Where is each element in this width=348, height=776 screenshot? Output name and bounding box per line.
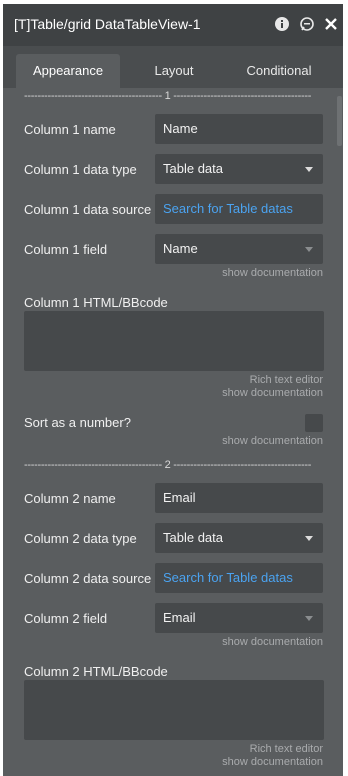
- tab-conditional[interactable]: Conditional: [229, 54, 329, 88]
- scrollbar[interactable]: [337, 96, 342, 146]
- chevron-down-icon: [305, 247, 313, 252]
- chevron-down-icon: [305, 616, 313, 621]
- column-2-html-doc-link[interactable]: show documentation: [222, 756, 323, 768]
- column-2-name-input[interactable]: Email: [155, 483, 323, 513]
- column-1-field-label: Column 1 field: [24, 242, 108, 257]
- column-1-html-label: Column 1 HTML/BBcode: [24, 295, 168, 310]
- column-1-source-label: Column 1 data source: [24, 202, 152, 217]
- column-2-source-input[interactable]: Search for Table datas: [155, 563, 323, 593]
- chevron-down-icon: [305, 536, 313, 541]
- column-2-name-label: Column 2 name: [24, 491, 116, 506]
- column-2-type-value: Table data: [163, 530, 223, 545]
- column-2-source-label: Column 2 data source: [24, 571, 152, 586]
- column-2-field-value: Email: [163, 610, 196, 625]
- column-2-type-dropdown[interactable]: Table data: [155, 523, 323, 553]
- column-1-source-input[interactable]: Search for Table datas: [155, 194, 323, 224]
- column-1-type-value: Table data: [163, 161, 223, 176]
- column-2-html-textarea[interactable]: [24, 680, 324, 740]
- comment-icon[interactable]: [299, 16, 315, 32]
- tab-layout[interactable]: Layout: [133, 54, 215, 88]
- panel-title: [T]Table/grid DataTableView-1: [14, 16, 201, 32]
- close-icon[interactable]: [323, 16, 339, 32]
- sort-as-number-label: Sort as a number?: [24, 415, 131, 430]
- section-divider-1: ----------------------------------------…: [24, 90, 312, 102]
- sort-as-number-checkbox[interactable]: [305, 414, 323, 432]
- column-2-field-dropdown[interactable]: Email: [155, 603, 323, 633]
- title-bar[interactable]: [T]Table/grid DataTableView-1: [3, 4, 343, 46]
- column-2-rich-text-link[interactable]: Rich text editor: [250, 743, 323, 755]
- column-1-name-label: Column 1 name: [24, 122, 116, 137]
- column-1-rich-text-link[interactable]: Rich text editor: [250, 374, 323, 386]
- column-1-type-dropdown[interactable]: Table data: [155, 154, 323, 184]
- chevron-down-icon: [305, 167, 313, 172]
- tab-appearance[interactable]: Appearance: [16, 54, 120, 88]
- tab-bar: Appearance Layout Conditional: [3, 46, 343, 88]
- sort-doc-link[interactable]: show documentation: [222, 435, 323, 447]
- info-icon[interactable]: [274, 16, 290, 32]
- column-2-type-label: Column 2 data type: [24, 531, 137, 546]
- column-1-html-doc-link[interactable]: show documentation: [222, 387, 323, 399]
- column-1-html-textarea[interactable]: [24, 311, 324, 371]
- column-1-field-value: Name: [163, 241, 198, 256]
- column-2-html-label: Column 2 HTML/BBcode: [24, 664, 168, 679]
- column-1-type-label: Column 1 data type: [24, 162, 137, 177]
- column-1-field-doc-link[interactable]: show documentation: [222, 267, 323, 279]
- column-1-field-dropdown[interactable]: Name: [155, 234, 323, 264]
- section-divider-2: ----------------------------------------…: [24, 459, 312, 471]
- column-1-name-input[interactable]: Name: [155, 114, 323, 144]
- column-2-field-doc-link[interactable]: show documentation: [222, 636, 323, 648]
- property-editor-panel: [T]Table/grid DataTableView-1 Appearance…: [3, 4, 343, 776]
- column-2-field-label: Column 2 field: [24, 611, 108, 626]
